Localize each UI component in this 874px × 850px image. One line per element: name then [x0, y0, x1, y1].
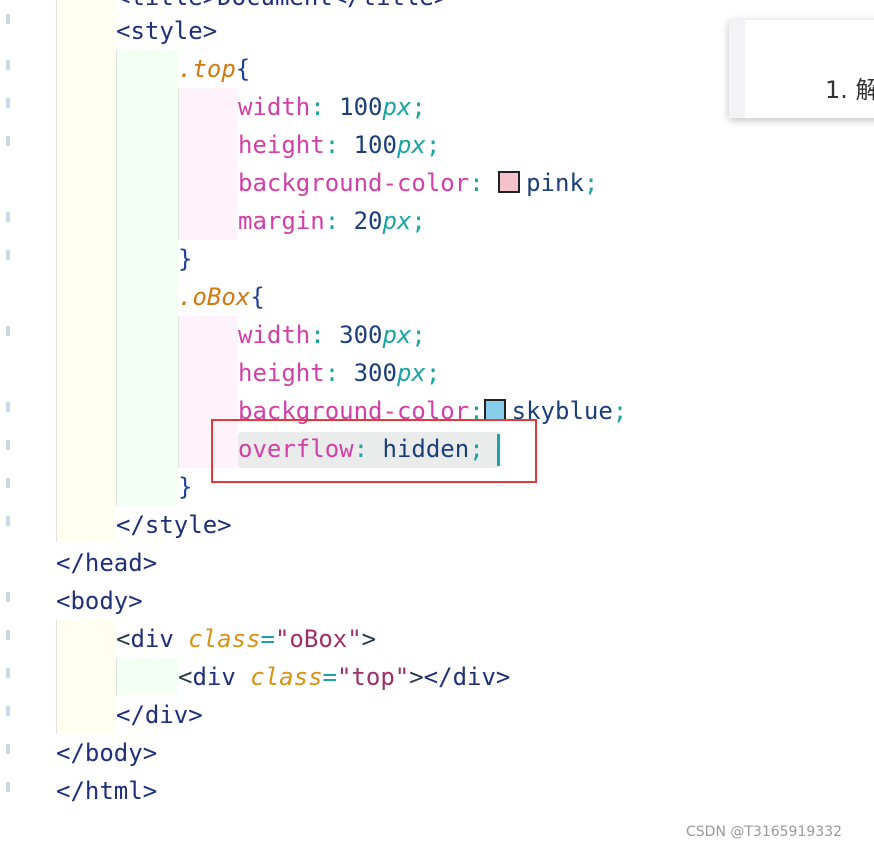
code-line-decl[interactable]: height: 100px;: [238, 126, 440, 164]
code-line-decl[interactable]: background-color: pink;: [238, 164, 598, 202]
selector: .top: [178, 55, 236, 83]
preview-popup[interactable]: 1. 解: [729, 20, 874, 118]
line-gutter: [0, 0, 30, 850]
indent-guide: [178, 88, 238, 240]
popup-strip: [729, 20, 745, 118]
indent-guide: [56, 620, 116, 734]
code-line-decl[interactable]: width: 100px;: [238, 88, 426, 126]
code-line-div-obox[interactable]: <div class="oBox">: [116, 620, 376, 658]
code-line-decl[interactable]: width: 300px;: [238, 316, 426, 354]
color-swatch-icon[interactable]: [483, 399, 506, 421]
indent-guide: [116, 50, 178, 506]
popup-text: 1. 解: [825, 76, 874, 104]
code-line-close-brace[interactable]: }: [178, 240, 192, 278]
code-line-html-close[interactable]: </html>: [56, 772, 157, 810]
code-line-div-close[interactable]: </div>: [116, 696, 203, 734]
indent-guide: [116, 658, 178, 696]
code-line-selector-obox[interactable]: .oBox{: [178, 278, 265, 316]
code-line-style-open[interactable]: <style>: [116, 12, 217, 50]
indent-guide: [56, 0, 116, 542]
code-line-selector-top[interactable]: .top{: [178, 50, 250, 88]
code-line-decl[interactable]: margin: 20px;: [238, 202, 426, 240]
code-line-div-top[interactable]: <div class="top"></div>: [178, 658, 510, 696]
color-swatch-icon[interactable]: [498, 171, 521, 193]
watermark: CSDN @T3165919332: [686, 824, 842, 840]
selector: .oBox: [178, 283, 251, 311]
code-line-body-open[interactable]: <body>: [56, 582, 143, 620]
code-line-body-close[interactable]: </body>: [56, 734, 157, 772]
code-line-decl[interactable]: height: 300px;: [238, 354, 440, 392]
code-line-close-brace[interactable]: }: [178, 468, 192, 506]
code-line-head-close[interactable]: </head>: [56, 544, 157, 582]
code-line-style-close[interactable]: </style>: [116, 506, 232, 544]
annotation-box: [211, 419, 537, 483]
